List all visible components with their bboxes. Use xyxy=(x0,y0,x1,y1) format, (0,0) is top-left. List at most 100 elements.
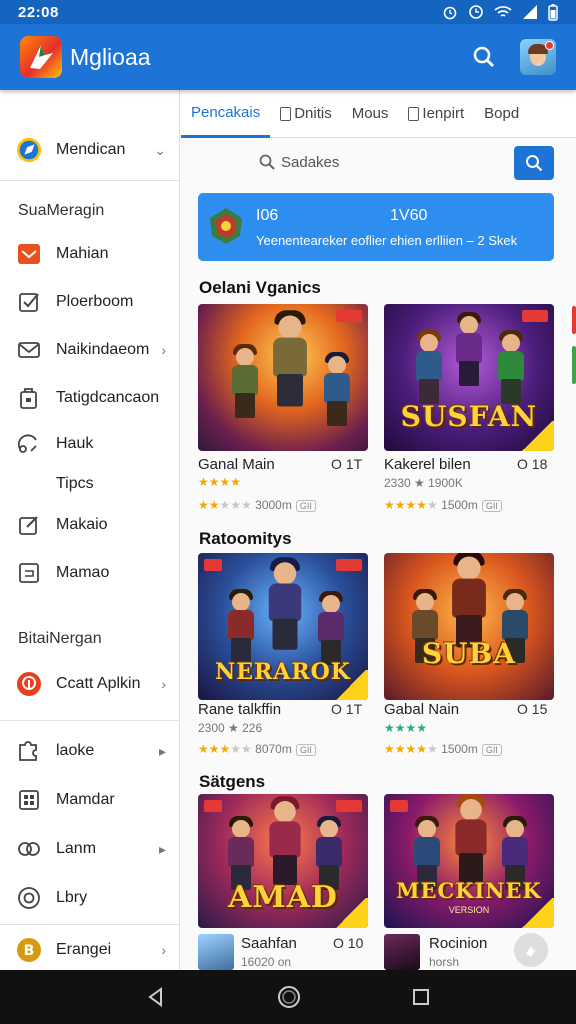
game-card-image[interactable] xyxy=(198,304,368,451)
divider xyxy=(0,720,180,721)
sidebar-item-mamao[interactable]: Mamao xyxy=(0,553,180,593)
sidebar-item-label: Hauk xyxy=(56,435,94,452)
battery-icon xyxy=(548,3,558,21)
download-count: 3000m xyxy=(255,498,292,512)
game-title[interactable]: Saahfan xyxy=(241,935,297,952)
tab-pencakais[interactable]: Pencakais xyxy=(181,90,271,138)
rating-pill: GII xyxy=(481,744,502,756)
section-header: SuaMeragin xyxy=(18,202,105,219)
download-count: 1500m xyxy=(441,498,478,512)
sidebar-item-label: Lanm xyxy=(56,840,97,857)
search-button[interactable] xyxy=(466,39,502,75)
app-logo[interactable] xyxy=(20,36,62,78)
tab-mous[interactable]: Mous xyxy=(342,90,399,138)
sidebar-item-label: Mamao xyxy=(56,564,110,581)
sidebar-item-label: Ploerboom xyxy=(56,293,134,310)
game-size: O 10 xyxy=(333,935,364,951)
sidebar-item-label: Naikindaeom xyxy=(56,341,150,358)
badge xyxy=(390,800,408,812)
back-icon[interactable] xyxy=(145,986,167,1008)
section-header: BitaiNergan xyxy=(18,630,102,647)
sidebar-item-ploerboom[interactable]: Ploerboom xyxy=(0,282,180,322)
sidebar-item-laoke[interactable]: laoke ▸ xyxy=(0,731,180,771)
sidebar-item-top[interactable]: Mendican ⌄ xyxy=(0,130,180,170)
target-icon xyxy=(16,885,42,911)
coin-icon: B xyxy=(16,937,42,963)
search-input[interactable]: Sadakes xyxy=(199,144,509,180)
badge xyxy=(336,800,362,812)
game-subtitle: horsh xyxy=(429,955,460,969)
mail-icon xyxy=(16,241,42,267)
sidebar-item-erangei[interactable]: B Erangei › xyxy=(0,930,180,970)
chevron-right-icon: ▸ xyxy=(158,742,166,759)
edge-indicator xyxy=(572,346,576,384)
sidebar-item-lbry[interactable]: Lbry xyxy=(0,878,180,918)
tab-bopd[interactable]: Bopd xyxy=(474,90,529,138)
game-title[interactable]: Rane talkffin xyxy=(198,701,281,718)
sidebar-item-label: laoke xyxy=(56,742,95,759)
game-card-image[interactable]: MECKINEK VERSION xyxy=(384,794,554,928)
sidebar-item-hauk[interactable]: Hauk xyxy=(0,424,180,464)
clock-icon xyxy=(469,5,483,19)
tab-label: Pencakais xyxy=(191,103,261,121)
game-thumbnail[interactable] xyxy=(384,934,420,970)
badge xyxy=(336,310,362,322)
sidebar-item-naikindaeom[interactable]: Naikindaeom › xyxy=(0,330,180,370)
sidebar-item-ccatt-aplkin[interactable]: Ccatt Aplkin › xyxy=(0,664,180,704)
app-store-icon xyxy=(16,671,42,697)
app-bar: Mglioaa xyxy=(0,24,576,90)
status-time: 22:08 xyxy=(18,3,59,21)
avatar[interactable] xyxy=(520,39,556,75)
sidebar-item-makaio[interactable]: Makaio xyxy=(0,505,180,545)
section-title: Sätgens xyxy=(199,772,266,791)
link-icon xyxy=(16,836,42,862)
sidebar-item-tatigdcancaon[interactable]: Tatigdcancaon xyxy=(0,378,180,418)
game-title[interactable]: Kakerel bilen xyxy=(384,456,471,473)
app-title: Mglioaa xyxy=(70,43,151,70)
recents-icon[interactable] xyxy=(411,987,431,1007)
sidebar-item-label: Mamdar xyxy=(56,791,115,808)
game-subtitle: 2330 ★ 1900K xyxy=(384,476,463,490)
sidebar-item-mamdar[interactable]: Mamdar xyxy=(0,780,180,820)
game-card-image[interactable]: SUBA xyxy=(384,553,554,700)
game-title[interactable]: Ganal Main xyxy=(198,456,275,473)
checkbox-icon xyxy=(16,289,42,315)
game-subtitle: ★★★★ xyxy=(198,475,242,489)
game-card-image[interactable]: SUSFAN xyxy=(384,304,554,451)
home-icon[interactable] xyxy=(277,985,301,1009)
edge-indicator xyxy=(572,306,576,334)
sidebar-item-label: Makaio xyxy=(56,516,108,533)
game-subtitle: ★★★★ xyxy=(384,721,428,735)
compass-icon xyxy=(16,137,42,163)
sidebar-item-mahian[interactable]: Mahian xyxy=(0,234,180,274)
section-title: Ratoomitys xyxy=(199,529,292,548)
tab-dnitis[interactable]: Dnitis xyxy=(270,90,342,138)
badge xyxy=(522,310,548,322)
game-title[interactable]: Gabal Nain xyxy=(384,701,459,718)
game-thumbnail[interactable] xyxy=(198,934,234,970)
tab-bar: Pencakais Dnitis Mous Ienpirt Bopd xyxy=(181,90,576,138)
sidebar-item-tipcs[interactable]: Tipcs xyxy=(0,464,180,504)
game-card-image[interactable]: AMAD xyxy=(198,794,368,928)
share-button[interactable] xyxy=(514,933,548,967)
edit-icon xyxy=(16,512,42,538)
tab-ienpirt[interactable]: Ienpirt xyxy=(398,90,474,138)
game-size: O 1T xyxy=(331,456,363,472)
search-submit-button[interactable] xyxy=(514,146,554,180)
banner-subtitle: Yeenenteareker eoflier ehien erlliien – … xyxy=(256,233,518,248)
promo-banner[interactable]: I06 1V60 Yeenenteareker eoflier ehien er… xyxy=(198,193,554,261)
tab-label: Mous xyxy=(351,105,389,122)
sidebar-item-lanm[interactable]: Lanm ▸ xyxy=(0,829,180,869)
headset-icon xyxy=(16,431,42,457)
game-subtitle: 2300 ★ 226 xyxy=(198,721,263,735)
chevron-right-icon: › xyxy=(161,676,166,692)
download-count: 1500m xyxy=(441,742,478,756)
rating-pill: GII xyxy=(481,500,502,512)
game-card-image[interactable]: NERAROK xyxy=(198,553,368,700)
game-title[interactable]: Rocinion xyxy=(429,935,487,952)
sidebar-item-label: Ccatt Aplkin xyxy=(56,675,141,692)
tab-box-icon xyxy=(280,106,292,121)
grid-icon xyxy=(16,787,42,813)
search-placeholder: Sadakes xyxy=(281,153,340,171)
divider xyxy=(0,180,180,181)
